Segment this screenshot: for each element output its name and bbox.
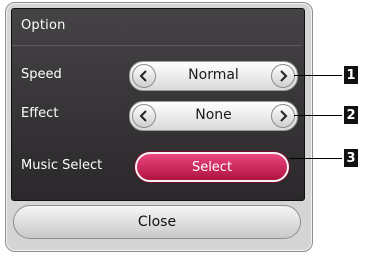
speed-increase-button[interactable] (271, 64, 295, 88)
effect-increase-button[interactable] (271, 104, 295, 128)
chevron-left-icon (139, 110, 147, 122)
callout-number-2: 2 (344, 106, 358, 124)
music-select-label: Music Select (21, 158, 103, 173)
callout-number-3: 3 (344, 149, 358, 167)
chevron-left-icon (139, 70, 147, 82)
chevron-right-icon (280, 70, 288, 82)
speed-label: Speed (21, 67, 62, 82)
close-button[interactable]: Close (13, 205, 301, 239)
callout-line-3 (289, 158, 342, 159)
effect-spinner: None (129, 101, 298, 131)
speed-decrease-button[interactable] (132, 64, 156, 88)
speed-value: Normal (188, 67, 239, 83)
effect-value: None (195, 107, 232, 123)
effect-decrease-button[interactable] (132, 104, 156, 128)
callout-number-1: 1 (344, 66, 358, 84)
chevron-right-icon (280, 110, 288, 122)
speed-spinner: Normal (129, 61, 298, 91)
effect-label: Effect (21, 106, 59, 121)
callout-line-1 (294, 75, 342, 76)
callout-line-2 (294, 115, 342, 116)
dialog-title: Option (21, 18, 66, 33)
select-button[interactable]: Select (135, 152, 289, 182)
title-divider (12, 45, 302, 46)
